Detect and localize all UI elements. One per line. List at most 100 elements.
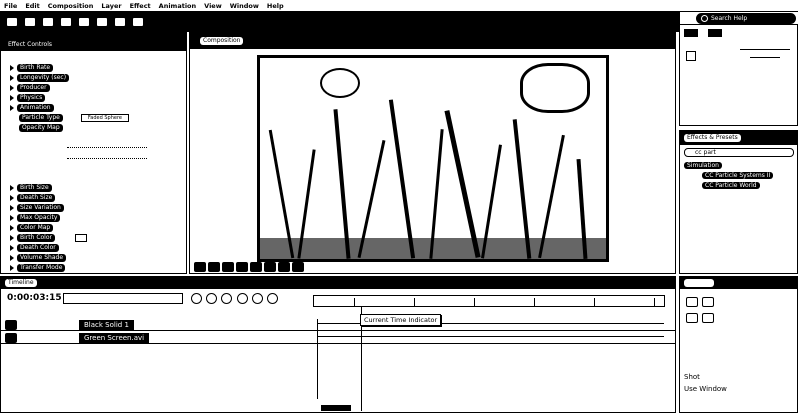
- menu-edit[interactable]: Edit: [21, 2, 43, 10]
- selection-tool-icon[interactable]: [6, 17, 18, 27]
- resolution-icon[interactable]: [250, 262, 262, 272]
- shy-icon[interactable]: [221, 293, 233, 304]
- comp-mini-flowchart-icon[interactable]: [191, 293, 202, 304]
- timecode-display[interactable]: 0:00:03:15: [7, 293, 62, 303]
- menu-help[interactable]: Help: [263, 2, 288, 10]
- menu-effect[interactable]: Effect: [126, 2, 155, 10]
- menu-window[interactable]: Window: [226, 2, 263, 10]
- zoom-slider[interactable]: [321, 405, 351, 411]
- expand-icon[interactable]: [10, 235, 14, 241]
- prop-transfer-mode[interactable]: Transfer Mode: [7, 263, 185, 273]
- pen-tool-icon[interactable]: [96, 17, 108, 27]
- prop-death-size[interactable]: Death Size: [7, 193, 185, 203]
- divider: [67, 147, 147, 148]
- expand-icon[interactable]: [10, 185, 14, 191]
- prop-longevity[interactable]: Longevity (sec): [7, 73, 185, 83]
- timeline-search-input[interactable]: [63, 293, 183, 304]
- menu-file[interactable]: File: [0, 2, 21, 10]
- time-ruler[interactable]: [313, 295, 665, 307]
- menu-layer[interactable]: Layer: [97, 2, 125, 10]
- expand-icon[interactable]: [10, 215, 14, 221]
- views-icon[interactable]: [292, 262, 304, 272]
- draft-3d-icon[interactable]: [206, 293, 218, 304]
- zoom-tool-icon[interactable]: [42, 17, 54, 27]
- visibility-icon[interactable]: [5, 319, 17, 330]
- tab-timeline[interactable]: Timeline: [5, 279, 37, 287]
- menu-composition[interactable]: Composition: [44, 2, 98, 10]
- timeline-track-area[interactable]: [317, 319, 664, 399]
- prop-size-variation[interactable]: Size Variation: [7, 203, 185, 213]
- hand-tool-icon[interactable]: [24, 17, 36, 27]
- expand-icon[interactable]: [10, 85, 14, 91]
- layer-name-2[interactable]: Green Screen.avi: [79, 332, 150, 343]
- expand-icon[interactable]: [10, 65, 14, 71]
- prop-death-color[interactable]: Death Color: [7, 243, 185, 253]
- menu-view[interactable]: View: [200, 2, 226, 10]
- prop-birth-size[interactable]: Birth Size: [7, 183, 185, 193]
- divider: [67, 158, 147, 159]
- motion-blur-icon[interactable]: [251, 293, 263, 304]
- effects-search-input[interactable]: cc part: [684, 148, 794, 157]
- tab-effects-presets[interactable]: Effects & Presets: [684, 134, 741, 142]
- effect-item-cc-particle-systems[interactable]: CC Particle Systems II: [702, 171, 774, 180]
- prop-animation[interactable]: Animation: [7, 103, 185, 113]
- expand-icon[interactable]: [10, 205, 14, 211]
- expand-icon[interactable]: [10, 225, 14, 231]
- expand-icon[interactable]: [10, 95, 14, 101]
- expand-icon[interactable]: [10, 245, 14, 251]
- graph-editor-icon[interactable]: [267, 293, 279, 304]
- particle-type-dropdown[interactable]: Faded Sphere: [80, 114, 129, 122]
- prop-color-map[interactable]: Color Map: [7, 223, 185, 233]
- expand-icon[interactable]: [10, 265, 14, 271]
- expand-icon[interactable]: [10, 75, 14, 81]
- effect-item-cc-particle-world[interactable]: CC Particle World: [702, 181, 760, 190]
- grid-icon[interactable]: [208, 262, 220, 272]
- region-icon[interactable]: [264, 262, 276, 272]
- prop-birth-color[interactable]: Birth Color: [7, 233, 185, 243]
- character-icons: [686, 297, 716, 309]
- prop-particle-type[interactable]: Particle Type Faded Sphere: [7, 113, 185, 123]
- prop-volume-shade[interactable]: Volume Shade: [7, 253, 185, 263]
- flower-shape: [520, 63, 590, 113]
- tab-effect-controls[interactable]: Effect Controls: [5, 41, 55, 49]
- rotate-tool-icon[interactable]: [60, 17, 72, 27]
- prop-max-opacity[interactable]: Max Opacity: [7, 213, 185, 223]
- category-simulation[interactable]: Simulation: [684, 161, 722, 170]
- audio-tab[interactable]: [708, 29, 722, 37]
- ground-shadow: [260, 238, 606, 259]
- grass-stalk: [444, 110, 481, 258]
- layer-name-1[interactable]: Black Solid 1: [79, 319, 134, 330]
- timeline-panel: Timeline 0:00:03:15 Black Solid 1 Green …: [0, 276, 676, 413]
- birth-color-swatch[interactable]: [74, 234, 87, 242]
- prop-producer[interactable]: Producer: [7, 83, 185, 93]
- magnification-icon[interactable]: [194, 262, 206, 272]
- prop-physics[interactable]: Physics: [7, 93, 185, 103]
- kerning-icon[interactable]: [702, 297, 715, 307]
- tab-character[interactable]: [684, 279, 714, 287]
- text-tool-icon[interactable]: [114, 17, 126, 27]
- tracking-icon[interactable]: [686, 313, 698, 323]
- prop-opacity-map[interactable]: Opacity Map: [7, 123, 185, 133]
- snapshot-icon[interactable]: [222, 262, 234, 272]
- search-help-field[interactable]: Search Help: [696, 13, 796, 24]
- prop-birth-rate[interactable]: Birth Rate: [7, 63, 185, 73]
- visibility-icon[interactable]: [5, 332, 17, 343]
- leading-icon[interactable]: [686, 297, 698, 307]
- brush-tool-icon[interactable]: [132, 17, 144, 27]
- grass-stalk: [333, 109, 351, 259]
- composition-header: Composition: [190, 33, 675, 49]
- menu-animation[interactable]: Animation: [155, 2, 200, 10]
- info-tab[interactable]: [684, 29, 698, 37]
- frame-blend-icon[interactable]: [236, 293, 248, 304]
- character-icons-2: [686, 313, 716, 325]
- tab-composition[interactable]: Composition: [200, 37, 244, 45]
- camera-tool-icon[interactable]: [78, 17, 90, 27]
- composition-viewer-image[interactable]: [257, 55, 609, 262]
- channel-icon[interactable]: [236, 262, 248, 272]
- timeline-switches: [191, 293, 280, 306]
- expand-icon[interactable]: [10, 105, 14, 111]
- vertical-scale-icon[interactable]: [702, 313, 715, 323]
- expand-icon[interactable]: [10, 195, 14, 201]
- camera-view-icon[interactable]: [278, 262, 290, 272]
- expand-icon[interactable]: [10, 255, 14, 261]
